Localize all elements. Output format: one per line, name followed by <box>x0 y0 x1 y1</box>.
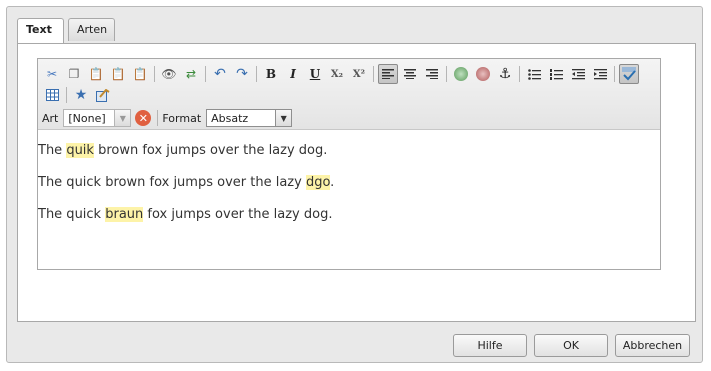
find-icon[interactable]: 👁 <box>159 64 179 84</box>
outdent-glyph <box>571 68 585 79</box>
special-char-icon[interactable]: ★ <box>71 85 91 105</box>
cut-icon[interactable]: ✂ <box>42 64 62 84</box>
subscript-icon[interactable]: X₂ <box>327 64 347 84</box>
image-props-glyph <box>96 88 110 102</box>
underline-icon[interactable]: U <box>305 64 325 84</box>
text-run: The quick <box>38 207 106 222</box>
replace-icon[interactable]: ⇄ <box>181 64 201 84</box>
paste-text-icon[interactable]: 📋 <box>108 64 128 84</box>
copy-icon[interactable]: ❐ <box>64 64 84 84</box>
misspelled-word[interactable]: quik <box>66 143 94 158</box>
toolbar-separator <box>66 87 67 103</box>
table-glyph <box>45 89 59 101</box>
superscript-icon[interactable]: X² <box>349 64 369 84</box>
toolbar-separator <box>614 66 615 82</box>
align-center-glyph <box>404 69 416 79</box>
chevron-down-icon[interactable]: ▼ <box>275 110 292 126</box>
tab-arten[interactable]: Arten <box>68 18 115 41</box>
toolbar-separator <box>256 66 257 82</box>
toolbar-row-1: ✂ ❐ 📋 📋 📋 👁 ⇄ ↶ ↷ B I U X₂ X² ⚓ <box>42 64 641 84</box>
unlink-icon[interactable] <box>473 64 493 84</box>
toolbar-separator <box>154 66 155 82</box>
paste-word-icon[interactable]: 📋 <box>130 64 150 84</box>
toolbar-separator <box>205 66 206 82</box>
spellcheck-glyph <box>622 67 636 81</box>
indent-icon[interactable] <box>590 64 610 84</box>
italic-icon[interactable]: I <box>283 64 303 84</box>
outdent-icon[interactable] <box>568 64 588 84</box>
align-left-icon[interactable] <box>378 64 398 84</box>
align-center-icon[interactable] <box>400 64 420 84</box>
anchor-icon[interactable]: ⚓ <box>495 64 515 84</box>
paragraph: The quick brown fox jumps over the lazy … <box>38 175 334 190</box>
table-icon[interactable] <box>42 85 62 105</box>
format-select-value: Absatz <box>211 111 249 125</box>
style-select[interactable]: [None] ▼ <box>63 109 132 127</box>
link-icon[interactable] <box>451 64 471 84</box>
redo-icon[interactable]: ↷ <box>232 64 252 84</box>
ok-button[interactable]: OK <box>534 334 608 357</box>
misspelled-word[interactable]: braun <box>105 207 144 222</box>
help-button[interactable]: Hilfe <box>453 334 527 357</box>
format-bar: Art [None] ▼ ✕ Format Absatz ▼ <box>38 107 660 129</box>
clear-style-icon[interactable]: ✕ <box>135 110 152 126</box>
spellcheck-icon[interactable] <box>619 64 639 84</box>
tab-panel: ✂ ❐ 📋 📋 📋 👁 ⇄ ↶ ↷ B I U X₂ X² ⚓ ★ Art [N… <box>17 43 696 322</box>
align-left-glyph <box>382 69 394 79</box>
format-label: Format <box>162 111 202 125</box>
paste-icon[interactable]: 📋 <box>86 64 106 84</box>
editor-toolbar: ✂ ❐ 📋 📋 📋 👁 ⇄ ↶ ↷ B I U X₂ X² ⚓ ★ Art [N… <box>38 59 660 130</box>
rich-text-editor: ✂ ❐ 📋 📋 📋 👁 ⇄ ↶ ↷ B I U X₂ X² ⚓ ★ Art [N… <box>37 58 661 270</box>
paragraph: The quick braun fox jumps over the lazy … <box>38 207 332 222</box>
toolbar-separator <box>446 66 447 82</box>
dialog: Text Arten ✂ ❐ 📋 📋 📋 👁 ⇄ ↶ ↷ B I U X₂ X²… <box>6 6 703 363</box>
style-select-value: [None] <box>68 111 106 125</box>
style-label: Art <box>42 111 59 125</box>
text-run: . <box>330 175 335 190</box>
tab-text[interactable]: Text <box>17 18 64 43</box>
toolbar-separator <box>519 66 520 82</box>
numbered-list-icon[interactable] <box>546 64 566 84</box>
format-select[interactable]: Absatz ▼ <box>206 109 293 127</box>
cancel-button[interactable]: Abbrechen <box>615 334 690 357</box>
bullet-list-glyph <box>527 68 541 80</box>
align-right-glyph <box>426 69 438 79</box>
bold-icon[interactable]: B <box>261 64 281 84</box>
bullet-list-icon[interactable] <box>524 64 544 84</box>
text-run: brown fox jumps over the lazy dog. <box>93 143 328 158</box>
paragraph: The quik brown fox jumps over the lazy d… <box>38 143 327 158</box>
numbered-list-glyph <box>549 68 563 80</box>
align-right-icon[interactable] <box>422 64 442 84</box>
toolbar-row-2: ★ <box>42 85 115 105</box>
toolbar-separator <box>157 110 159 126</box>
undo-icon[interactable]: ↶ <box>210 64 230 84</box>
toolbar-separator <box>373 66 374 82</box>
text-run: fox jumps over the lazy dog. <box>143 207 333 222</box>
text-run: The <box>38 143 67 158</box>
chevron-down-icon[interactable]: ▼ <box>114 110 131 126</box>
indent-glyph <box>593 68 607 79</box>
misspelled-word[interactable]: dgo <box>305 175 331 190</box>
text-run: The quick brown fox jumps over the lazy <box>38 175 306 190</box>
image-props-icon[interactable] <box>93 85 113 105</box>
